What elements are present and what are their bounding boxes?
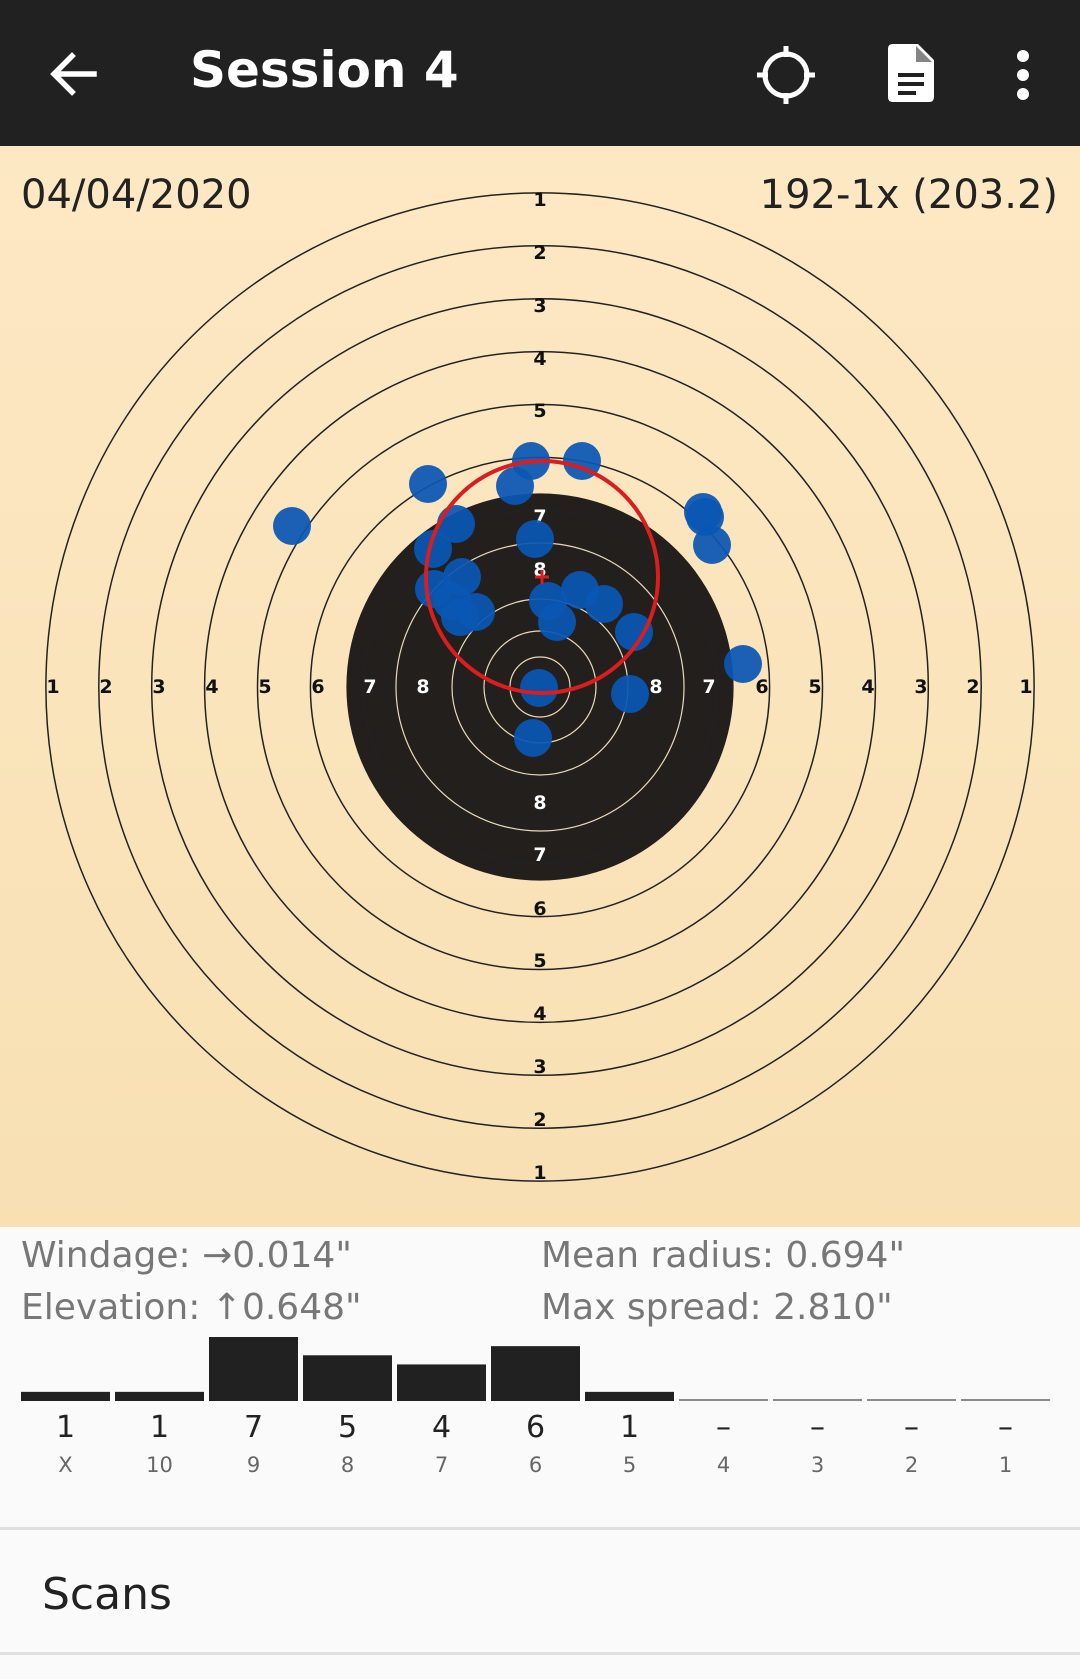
histogram-bar	[585, 1391, 674, 1401]
histogram-ring-label: 3	[811, 1453, 824, 1477]
ring-label: 2	[533, 242, 546, 264]
shot-hole[interactable]	[520, 669, 558, 707]
histogram-count: –	[904, 1410, 919, 1445]
ring-label: 1	[46, 676, 59, 698]
ring-label: 4	[205, 676, 218, 698]
mean-radius-value: Mean radius: 0.694"	[541, 1235, 906, 1276]
ring-label: 5	[533, 400, 546, 422]
shot-hole[interactable]	[585, 585, 623, 623]
histogram-bar	[115, 1391, 204, 1401]
histogram-count: 6	[526, 1410, 545, 1445]
ring-label: 4	[861, 676, 874, 698]
histogram-count: –	[998, 1410, 1013, 1445]
max-spread-value: Max spread: 2.810"	[541, 1287, 893, 1328]
histogram-bar	[773, 1399, 862, 1401]
histogram-count: 7	[244, 1410, 263, 1445]
histogram-ring-label: 10	[146, 1453, 173, 1477]
divider	[0, 1652, 1080, 1655]
histogram-count: –	[810, 1410, 825, 1445]
histogram-count: 1	[56, 1410, 75, 1445]
histogram-ring-label: 1	[999, 1453, 1012, 1477]
target-face: 1234578876543211 2 3 4 5 6 7 8 8 7 6 5 4 3 2 1	[45, 189, 1035, 1184]
shot-hole[interactable]	[538, 603, 576, 641]
shot-hole[interactable]	[409, 465, 447, 503]
ring-label: 1	[533, 1162, 546, 1184]
histogram-ring-label: 2	[905, 1453, 918, 1477]
histogram-bar	[491, 1346, 580, 1401]
ring-label: 7	[363, 676, 376, 698]
histogram-bar	[961, 1399, 1050, 1401]
divider	[0, 1527, 1080, 1530]
document-icon[interactable]	[888, 44, 936, 102]
histogram-ring-label: 6	[529, 1453, 542, 1477]
ring-label: 3	[533, 295, 546, 317]
session-date: 04/04/2020	[21, 172, 252, 218]
ring-label: 2	[99, 676, 112, 698]
ring-label: 3	[914, 676, 927, 698]
ring-label: 5	[808, 676, 821, 698]
histogram-count: 1	[620, 1410, 639, 1445]
shot-hole[interactable]	[514, 719, 552, 757]
ring-label: 5	[258, 676, 271, 698]
histogram-ring-label: X	[58, 1453, 72, 1477]
histogram-bar	[679, 1399, 768, 1401]
shot-hole[interactable]	[693, 526, 731, 564]
histogram-bar	[209, 1337, 298, 1401]
ring-label: 1	[1019, 676, 1032, 698]
scans-section[interactable]: Scans	[0, 1531, 1080, 1652]
shot-hole[interactable]	[441, 598, 479, 636]
page-title: Session 4	[190, 41, 459, 99]
histogram-ring-label: 8	[341, 1453, 354, 1477]
ring-label: 2	[533, 1109, 546, 1131]
back-arrow-icon[interactable]	[46, 46, 102, 102]
ring-label: 4	[533, 348, 546, 370]
ring-label: 6	[311, 676, 324, 698]
ring-label: 7	[702, 676, 715, 698]
histogram-bar	[21, 1391, 110, 1401]
histogram-count: 4	[432, 1410, 451, 1445]
crosshair-icon[interactable]	[754, 43, 818, 107]
target-view[interactable]: 1234578876543211234567887654321 04/04/20…	[0, 146, 1080, 1227]
ring-label: 1	[533, 189, 546, 211]
ring-label: 6	[533, 898, 546, 920]
histogram-bar	[397, 1364, 486, 1401]
windage-value: Windage: →0.014"	[21, 1235, 352, 1276]
histogram-ring-label: 9	[247, 1453, 260, 1477]
histogram-ring-label: 5	[623, 1453, 636, 1477]
stats-panel: Windage: →0.014" Elevation: ↑0.648" Mean…	[0, 1227, 1080, 1527]
histogram-ring-label: 7	[435, 1453, 448, 1477]
score-histogram: 1 X 1 10 7 9 5 8 4 7 6 6 1 5 – 4 – 3 – 2 – 1	[21, 1337, 1050, 1477]
histogram-bar	[303, 1355, 392, 1401]
ring-label: 4	[533, 1003, 546, 1025]
shot-hole[interactable]	[724, 645, 762, 683]
shot-hole[interactable]	[516, 520, 554, 558]
shot-hole[interactable]	[611, 675, 649, 713]
ring-label: 3	[152, 676, 165, 698]
app-bar: Session 4	[0, 0, 1080, 146]
histogram-count: 1	[150, 1410, 169, 1445]
ring-label: 7	[533, 844, 546, 866]
histogram-count: 5	[338, 1410, 357, 1445]
shot-hole[interactable]	[496, 467, 534, 505]
more-vert-icon[interactable]	[1010, 50, 1036, 100]
ring-label: 3	[533, 1056, 546, 1078]
ring-label: 6	[755, 676, 768, 698]
shot-hole[interactable]	[273, 507, 311, 545]
session-score: 192-1x (203.2)	[759, 172, 1058, 218]
elevation-value: Elevation: ↑0.648"	[21, 1287, 362, 1328]
ring-label: 8	[416, 676, 429, 698]
histogram-ring-label: 4	[717, 1453, 730, 1477]
histogram-count: –	[716, 1410, 731, 1445]
ring-label: 5	[533, 950, 546, 972]
ring-label: 8	[649, 676, 662, 698]
ring-label: 2	[966, 676, 979, 698]
histogram-bar	[867, 1399, 956, 1401]
ring-label: 8	[533, 792, 546, 814]
scans-label: Scans	[42, 1569, 172, 1620]
